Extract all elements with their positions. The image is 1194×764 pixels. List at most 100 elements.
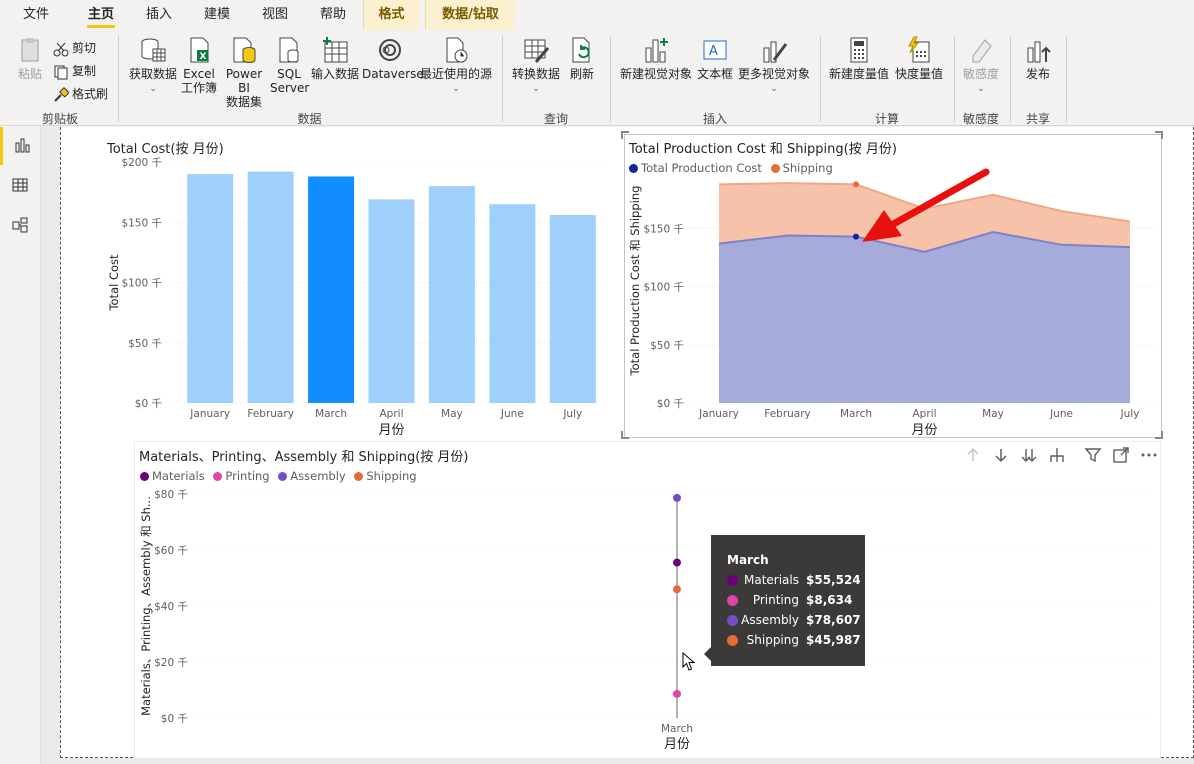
x-axis-label: 月份 (378, 423, 404, 438)
cut-button[interactable]: 剪切 (53, 38, 96, 58)
scissors-icon (53, 41, 69, 57)
drill-up-icon[interactable] (964, 446, 982, 464)
bar[interactable] (247, 171, 294, 403)
publish-button[interactable]: 发布 (1018, 36, 1058, 81)
data-point[interactable] (673, 585, 681, 594)
recent-sources-button[interactable]: 最近使用的源 ⌄ (419, 36, 493, 96)
bar[interactable] (187, 174, 234, 403)
share-group-label: 共享 (1025, 112, 1050, 126)
y-axis-label: Materials、Printing、Assembly 和 Sh... (139, 496, 153, 716)
refresh-button[interactable]: 刷新 (566, 36, 598, 81)
copy-button[interactable]: 复制 (53, 61, 96, 81)
separator (954, 36, 955, 122)
resize-handle[interactable] (1155, 431, 1163, 439)
get-data-button[interactable]: 获取数据 ⌄ (126, 36, 180, 96)
refresh-icon (572, 37, 590, 63)
excel-icon: X (190, 37, 209, 63)
bar[interactable] (428, 186, 475, 403)
chevron-down-icon: ⌄ (532, 84, 540, 94)
tab-view[interactable]: 视图 (253, 0, 297, 30)
materials-scatter-chart[interactable]: $80 千 $60 千 $40 千 $20 千 $0 千 March 月份 Materials… (136, 484, 1156, 756)
textbox-button[interactable]: A 文本框 (695, 36, 735, 81)
focus-mode-icon[interactable] (1112, 446, 1130, 464)
bar[interactable] (368, 199, 415, 403)
x-axis-label: 月份 (664, 737, 690, 752)
sensitivity-group-label: 敏感度 (962, 112, 999, 126)
transform-data-button[interactable]: 转换数据 ⌄ (510, 36, 562, 96)
paste-button[interactable]: 粘贴 (10, 36, 50, 81)
legend-item-assembly[interactable]: Assembly (278, 469, 346, 483)
quick-measure-button[interactable]: 快度量值 (892, 36, 946, 81)
resize-handle[interactable] (621, 131, 629, 139)
new-measure-button[interactable]: 新建度量值 (828, 36, 890, 81)
format-painter-button[interactable]: 格式刷 (53, 84, 108, 104)
paste-label: 粘贴 (17, 67, 42, 81)
sensitivity-icon (972, 39, 992, 63)
tab-format[interactable]: 格式 (363, 0, 419, 30)
data-point[interactable] (673, 689, 681, 698)
sensitivity-button[interactable]: 敏感度 ⌄ (960, 36, 1002, 96)
separator (502, 36, 503, 122)
x-tick-label: January (189, 408, 230, 420)
table-add-icon (323, 37, 348, 63)
data-point[interactable] (673, 558, 681, 567)
tooltip-pointer (704, 647, 711, 661)
tooltip-row: Printing $8,634 (725, 593, 855, 609)
x-tick-label: June (500, 408, 524, 420)
series-dot-icon (727, 635, 738, 646)
x-tick-label: March (661, 723, 693, 735)
y-tick-label: $100 千 (121, 278, 162, 290)
series-dot-icon (727, 615, 738, 626)
legend-item-shipping[interactable]: Shipping (354, 469, 417, 483)
dataset-icon (233, 37, 256, 63)
dataverse-button[interactable]: Dataverse (362, 36, 424, 81)
menu-bar: 文件 主页 插入 建模 视图 帮助 格式 数据/钻取 (0, 0, 1194, 30)
total-cost-bar-chart[interactable]: $200 千 $150 千 $100 千 $50 千 $0 千 January Februa… (100, 150, 615, 440)
quick-measure-icon (908, 36, 930, 63)
tab-data-drill[interactable]: 数据/钻取 (425, 0, 515, 30)
expand-hierarchy-icon[interactable] (1048, 446, 1066, 464)
clipboard-group-label: 剪贴板 (41, 112, 78, 126)
y-tick-label: $20 千 (154, 657, 188, 669)
tooltip-row: Shipping $45,987 (725, 633, 861, 649)
power-bi-dataset-button[interactable]: Power BI 数据集 (219, 36, 269, 109)
tab-modeling[interactable]: 建模 (195, 0, 239, 30)
expand-next-level-icon[interactable] (1020, 446, 1038, 464)
tab-insert[interactable]: 插入 (137, 0, 181, 30)
filter-icon[interactable] (1084, 446, 1102, 464)
excel-button[interactable]: X Excel 工作簿 (181, 36, 217, 95)
transform-icon (524, 39, 550, 63)
mouse-cursor-icon (682, 652, 696, 671)
tab-file[interactable]: 文件 (14, 0, 58, 30)
bar[interactable] (308, 176, 355, 403)
svg-text:A: A (709, 44, 718, 59)
sql-server-button[interactable]: SQL Server (270, 36, 309, 95)
tab-home[interactable]: 主页 (79, 0, 123, 30)
resize-handle[interactable] (1155, 131, 1163, 139)
materials-title: Materials、Printing、Assembly 和 Shipping(按… (139, 450, 469, 465)
data-view-button[interactable] (0, 167, 41, 205)
data-group-label: 数据 (297, 112, 322, 126)
model-view-button[interactable] (0, 207, 41, 245)
legend-item-printing[interactable]: Printing (213, 469, 270, 483)
resize-handle[interactable] (621, 431, 629, 439)
more-visuals-button[interactable]: 更多视觉对象 ⌄ (736, 36, 812, 96)
legend-item-materials[interactable]: Materials (140, 469, 205, 483)
enter-data-button[interactable]: 输入数据 (309, 36, 361, 81)
ribbon: 粘贴 剪切 复制 格式刷 剪贴板 获取数据 ⌄ X Excel 工作簿 Power … (0, 30, 1194, 126)
bar-chart-icon (15, 138, 30, 153)
drill-down-icon[interactable] (992, 446, 1010, 464)
tooltip-row: Assembly $78,607 (725, 613, 861, 629)
x-tick-label: March (315, 408, 347, 420)
tab-help[interactable]: 帮助 (311, 0, 355, 30)
new-visual-button[interactable]: 新建视觉对象 (618, 36, 694, 81)
report-view-button[interactable] (0, 127, 41, 165)
brush-icon (53, 86, 70, 103)
x-tick-label: February (247, 408, 294, 420)
separator (820, 36, 821, 122)
data-point[interactable] (673, 493, 681, 502)
bar[interactable] (489, 204, 536, 403)
bar[interactable] (549, 215, 596, 403)
more-options-icon[interactable] (1140, 446, 1158, 464)
tooltip-row: Materials $55,524 (725, 573, 861, 589)
